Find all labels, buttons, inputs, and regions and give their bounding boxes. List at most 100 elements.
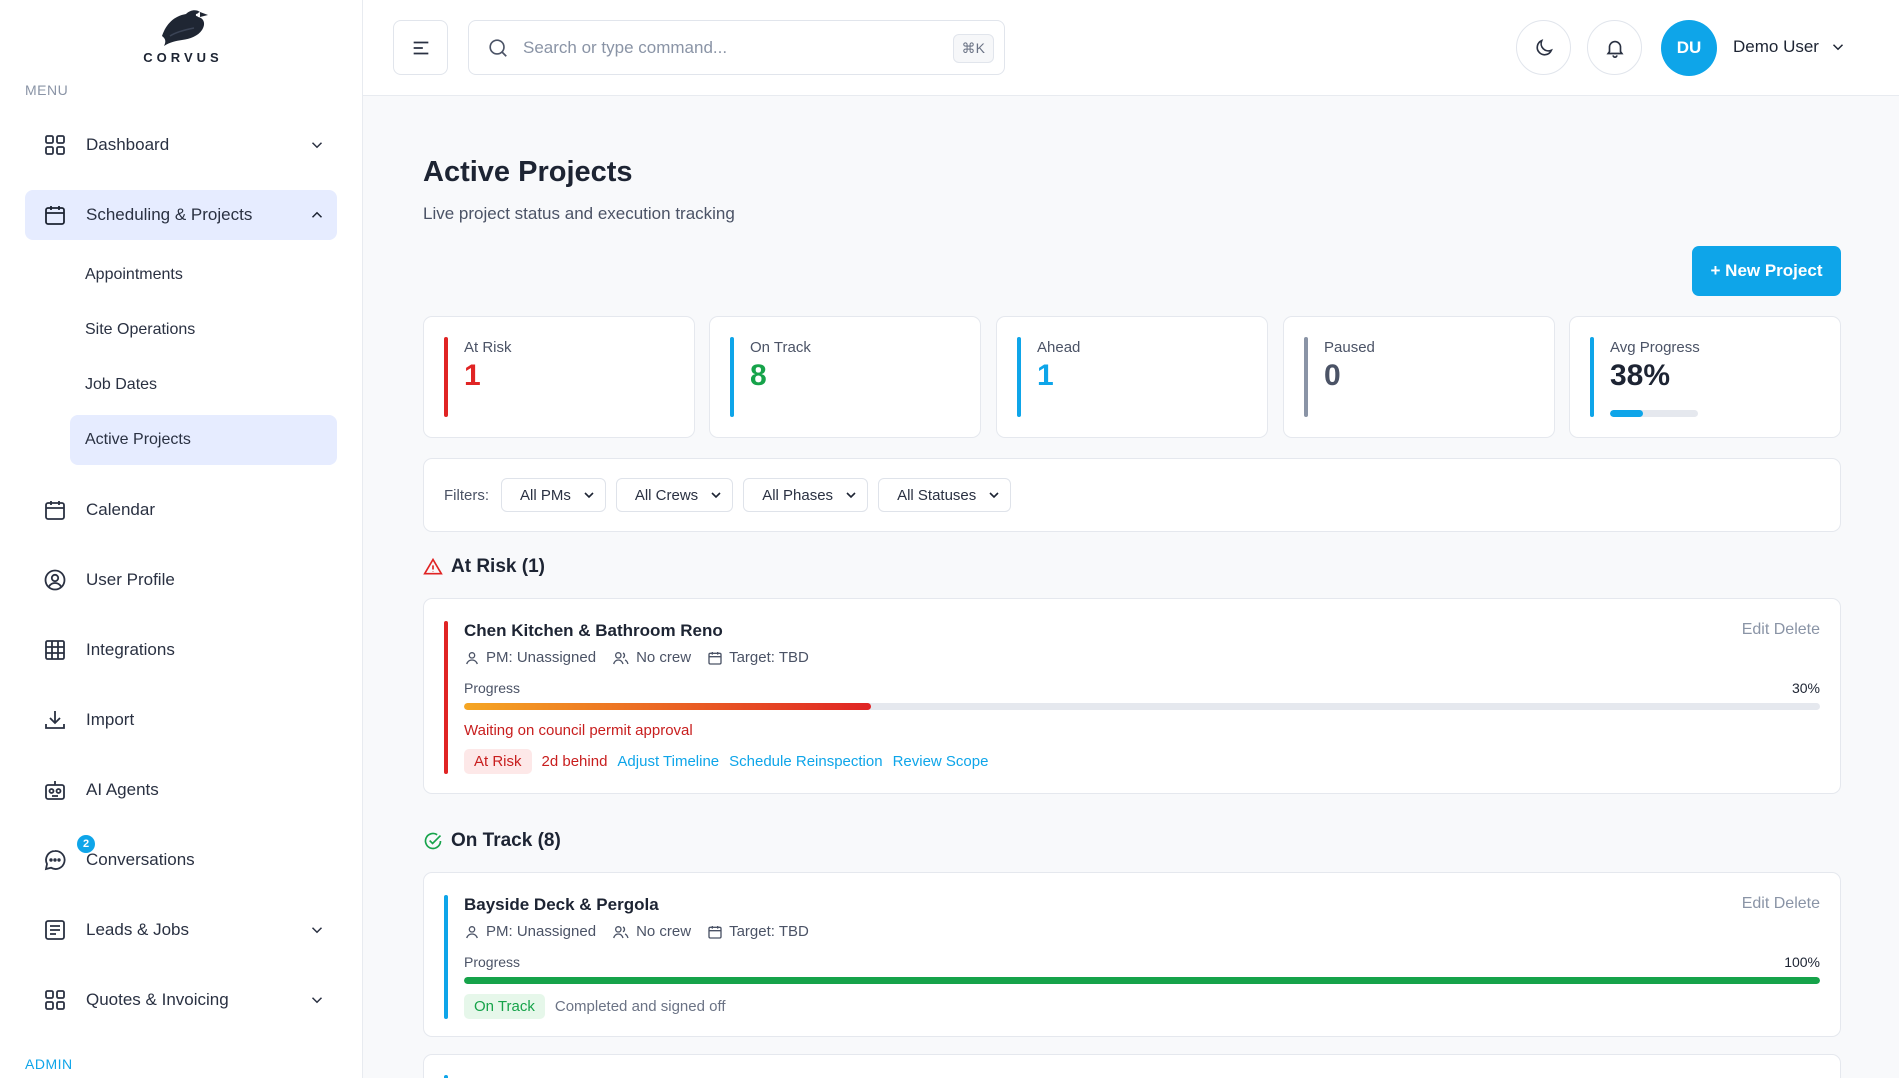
sidebar-item-label: Scheduling & Projects [86,205,253,224]
chevron-down-icon[interactable] [297,921,337,939]
robot-icon [42,777,68,803]
edit-link[interactable]: Edit [1742,895,1770,912]
raven-logo-icon [162,10,208,46]
brand-logo[interactable]: CORVUS [140,6,226,65]
sidebar-item-scheduling-projects[interactable]: Scheduling & Projects [25,190,337,240]
select-value: All Phases [762,486,834,504]
project-tags: At Risk 2d behind Adjust Timeline Schedu… [464,749,998,774]
progress-label: Progress [464,954,521,970]
select-value: All PMs [520,486,571,504]
search-input[interactable] [523,37,923,58]
sidebar-item-label: Import [86,710,135,729]
chevron-down-icon [711,492,721,499]
chevron-down-icon [584,492,594,499]
status-note: Completed and signed off [554,998,726,1015]
sidebar-subitem-site-operations[interactable]: Site Operations [70,305,337,355]
main-content: Active Projects Live project status and … [363,96,1899,1078]
project-status-bar [444,621,448,774]
avg-progress-bar [1610,410,1698,417]
avatar[interactable]: DU [1661,20,1717,76]
filters-label: Filters: [444,486,489,504]
new-project-button[interactable]: + New Project [1692,246,1841,296]
stat-label: Avg Progress [1610,339,1700,356]
sidebar: CORVUS MENU Dashboard Scheduling & Proje… [0,0,363,1078]
stat-card-paused: Paused 0 [1283,316,1555,438]
sidebar-item-quotes-invoicing[interactable]: Quotes & Invoicing [25,975,337,1025]
sidebar-item-label: Conversations [86,850,195,869]
project-tags: On Track Completed and signed off [464,994,736,1019]
project-meta: PM: Unassigned No crew Target: TBD [464,649,825,666]
menu-section-label: MENU [25,82,69,98]
sidebar-subitem-active-projects[interactable]: Active Projects [70,415,337,465]
stat-label: At Risk [464,339,512,356]
project-card[interactable]: Bayside Deck & Pergola Edit Delete PM: U… [423,872,1841,1037]
filter-crew-select[interactable]: All Crews [615,478,734,512]
stat-accent-bar [730,337,734,417]
project-actions: Edit Delete [1742,621,1820,639]
sidebar-item-label: AI Agents [86,780,159,799]
project-card[interactable] [423,1054,1841,1078]
progress-fill [464,703,871,710]
target-meta: Target: TBD [707,923,809,940]
sidebar-subitem-job-dates[interactable]: Job Dates [70,360,337,410]
users-icon [613,925,629,938]
filter-pm-select[interactable]: All PMs [501,478,606,512]
dark-mode-toggle[interactable] [1516,20,1571,75]
progress-track [464,703,1820,710]
stat-label: Paused [1324,339,1375,356]
bell-icon [1605,40,1624,58]
sidebar-item-user-profile[interactable]: User Profile [25,555,337,605]
sidebar-item-label: Integrations [86,640,175,659]
select-value: All Crews [634,486,699,504]
sidebar-item-import[interactable]: Import [25,695,337,745]
crew-meta: No crew [612,923,691,940]
chevron-down-icon[interactable] [297,136,337,154]
schedule-reinspection-link[interactable]: Schedule Reinspection [729,753,882,770]
status-badge: At Risk [464,749,532,774]
sidebar-item-conversations[interactable]: 2 Conversations [25,835,337,885]
calendar-icon [42,497,68,523]
delete-link[interactable]: Delete [1774,895,1820,912]
project-card[interactable]: Chen Kitchen & Bathroom Reno Edit Delete… [423,598,1841,794]
sidebar-toggle-button[interactable] [393,20,448,75]
sidebar-subitem-appointments[interactable]: Appointments [70,250,337,300]
edit-link[interactable]: Edit [1742,621,1770,638]
project-name: Bayside Deck & Pergola [464,895,659,914]
delete-link[interactable]: Delete [1774,621,1820,638]
search-box[interactable]: ⌘K [468,20,1005,75]
calendar-icon [42,202,68,228]
user-menu[interactable]: Demo User [1733,37,1847,57]
sidebar-item-integrations[interactable]: Integrations [25,625,337,675]
check-circle-icon [424,832,442,850]
filter-phase-select[interactable]: All Phases [743,478,869,512]
sidebar-item-ai-agents[interactable]: AI Agents [25,765,337,815]
sidebar-item-label: Dashboard [86,135,170,154]
progress-fill [464,977,1820,984]
warning-triangle-icon [423,557,443,575]
stat-card-at-risk: At Risk 1 [423,316,695,438]
moon-icon [1535,38,1553,56]
grid-icon [42,987,68,1013]
review-scope-link[interactable]: Review Scope [893,753,989,770]
stat-card-on-track: On Track 8 [709,316,981,438]
sidebar-item-dashboard[interactable]: Dashboard [25,120,337,170]
chevron-down-icon[interactable] [297,991,337,1009]
status-badge: On Track [464,994,545,1019]
avg-progress-fill [1610,410,1644,417]
chevron-down-icon [1832,44,1843,51]
project-note: Waiting on council permit approval [464,722,693,739]
project-actions: Edit Delete [1742,895,1820,913]
adjust-timeline-link[interactable]: Adjust Timeline [617,753,719,770]
crew-label: No crew [636,649,692,666]
user-name-label: Demo User [1733,37,1819,56]
filter-status-select[interactable]: All Statuses [878,478,1012,512]
sidebar-item-calendar[interactable]: Calendar [25,485,337,535]
sidebar-item-label: Quotes & Invoicing [86,990,229,1009]
sidebar-item-leads-jobs[interactable]: Leads & Jobs [25,905,337,955]
pm-label: PM: Unassigned [486,923,597,940]
chevron-up-icon[interactable] [297,206,337,224]
search-icon [489,38,507,57]
top-header: ⌘K DU Demo User [363,0,1899,96]
notifications-button[interactable] [1587,20,1642,75]
select-value: All Statuses [897,486,977,504]
